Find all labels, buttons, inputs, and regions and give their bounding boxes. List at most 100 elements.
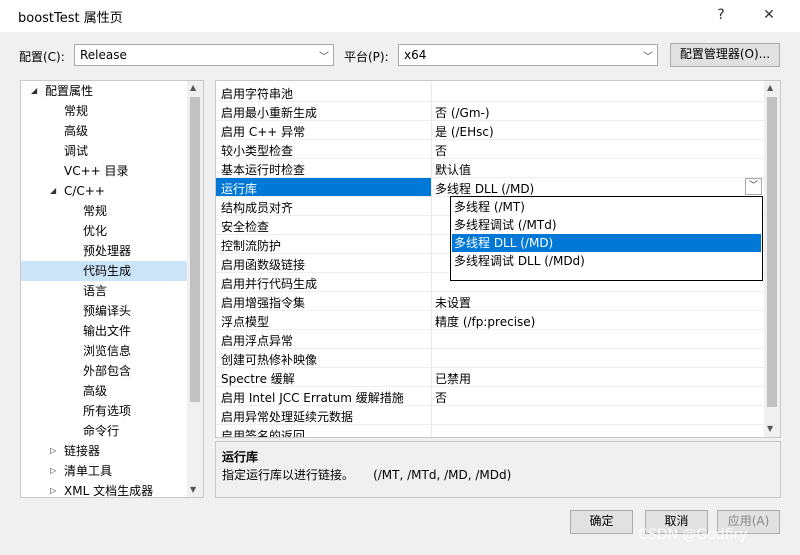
property-row[interactable]: 启用增强指令集 未设置 (216, 292, 764, 311)
dropdown-option[interactable]: 多线程 DLL (/MD) (452, 234, 761, 252)
dropdown-option[interactable]: 多线程调试 DLL (/MDd) (452, 252, 761, 270)
cancel-label: 取消 (664, 514, 689, 528)
column-divider (431, 102, 432, 121)
grid-scroll-thumb[interactable] (767, 97, 777, 407)
property-name: 基本运行时检查 (221, 163, 306, 177)
column-divider (431, 273, 432, 292)
property-name: 结构成员对齐 (221, 201, 294, 215)
tree-item[interactable]: 常规 (21, 101, 187, 121)
tree-item[interactable]: 命令行 (21, 421, 187, 441)
property-value: 否 (/Gm-) (435, 106, 490, 120)
chevron-down-icon[interactable]: ﹀ (745, 178, 762, 195)
property-row[interactable]: 启用签名的返回 (216, 425, 764, 437)
property-row[interactable]: 启用最小重新生成 否 (/Gm-) (216, 102, 764, 121)
tree-item[interactable]: ▷ 清单工具 (21, 461, 187, 481)
collapsed-arrow-icon[interactable]: ▷ (50, 461, 56, 481)
tree-item[interactable]: 高级 (21, 121, 187, 141)
property-row[interactable]: 启用浮点异常 (216, 330, 764, 349)
scroll-up-icon[interactable]: ▲ (767, 83, 773, 92)
help-button[interactable]: ? (708, 4, 734, 26)
ok-button[interactable]: 确定 (570, 510, 633, 534)
tree-item-label: XML 文档生成器 (64, 484, 154, 497)
expanded-arrow-icon[interactable]: ◢ (50, 181, 56, 201)
chevron-down-icon: ﹀ (643, 52, 653, 63)
property-row[interactable]: 浮点模型 精度 (/fp:precise) (216, 311, 764, 330)
property-value: 未设置 (435, 296, 472, 310)
tree-item-label: 常规 (64, 104, 89, 118)
window-title: boostTest 属性页 (18, 11, 123, 26)
column-divider (431, 330, 432, 349)
config-select[interactable]: Release ﹀ (74, 44, 334, 66)
column-divider (431, 425, 432, 437)
grid-scrollbar[interactable]: ▲ ▼ (764, 81, 780, 437)
tree-item-label: 高级 (64, 124, 89, 138)
tree-item-label: 浏览信息 (83, 344, 132, 358)
column-divider (431, 254, 432, 273)
tree-item[interactable]: ◢ C/C++ (21, 181, 187, 201)
property-row[interactable]: 启用 Intel JCC Erratum 缓解措施 否 (216, 387, 764, 406)
tree-item[interactable]: 调试 (21, 141, 187, 161)
apply-label: 应用(A) (727, 514, 770, 528)
tree-item[interactable]: ▷ XML 文档生成器 (21, 481, 187, 497)
scroll-up-icon[interactable]: ▲ (190, 83, 196, 92)
tree-scroll-thumb[interactable] (190, 97, 200, 402)
column-divider (431, 292, 432, 311)
tree-item[interactable]: VC++ 目录 (21, 161, 187, 181)
tree-item-label: 命令行 (83, 424, 120, 438)
collapsed-arrow-icon[interactable]: ▷ (50, 441, 56, 461)
collapsed-arrow-icon[interactable]: ▷ (50, 481, 56, 497)
tree-item-label: 外部包含 (83, 364, 132, 378)
expanded-arrow-icon[interactable]: ◢ (31, 81, 37, 101)
tree-item-label: 所有选项 (83, 404, 132, 418)
property-value: 多线程 DLL (/MD) (435, 182, 535, 196)
property-row[interactable]: 启用 C++ 异常 是 (/EHsc) (216, 121, 764, 140)
tree-item[interactable]: 常规 (21, 201, 187, 221)
ok-label: 确定 (589, 514, 614, 528)
tree-item[interactable]: 浏览信息 (21, 341, 187, 361)
dropdown-option[interactable]: 多线程 (/MT) (452, 198, 761, 216)
tree-item[interactable]: 预处理器 (21, 241, 187, 261)
config-value: Release (80, 48, 127, 62)
tree-item[interactable]: ◢ 配置属性 (21, 81, 187, 101)
property-row[interactable]: 基本运行时检查 默认值 (216, 159, 764, 178)
tree-item-label: 语言 (83, 284, 108, 298)
tree-scrollbar[interactable]: ▲ ▼ (187, 81, 203, 497)
property-name: 启用函数级链接 (221, 258, 306, 272)
platform-select[interactable]: x64 ﹀ (398, 44, 658, 66)
tree-item[interactable]: 外部包含 (21, 361, 187, 381)
close-button[interactable]: ✕ (756, 4, 782, 26)
description-panel: 运行库 指定运行库以进行链接。 (/MT, /MTd, /MD, /MDd) (215, 441, 781, 498)
tree-item-label: 输出文件 (83, 324, 132, 338)
scroll-down-icon[interactable]: ▼ (767, 424, 773, 433)
tree-item[interactable]: 语言 (21, 281, 187, 301)
category-tree: ◢ 配置属性 常规 高级 调试 VC++ 目录 ◢ C/C++ 常规 优化 预处理器 代码生成 语言 预编… (20, 80, 204, 498)
tree-item-label: 调试 (64, 144, 89, 158)
tree-item[interactable]: 优化 (21, 221, 187, 241)
dropdown-option[interactable]: 多线程调试 (/MTd) (452, 216, 761, 234)
property-row[interactable]: 启用字符串池 (216, 83, 764, 102)
property-name: 浮点模型 (221, 315, 270, 329)
property-name: 启用增强指令集 (221, 296, 306, 310)
tree-item[interactable]: 所有选项 (21, 401, 187, 421)
title-bar: boostTest 属性页 ? ✕ (0, 0, 800, 32)
column-divider (431, 387, 432, 406)
property-row[interactable]: 启用异常处理延续元数据 (216, 406, 764, 425)
property-row[interactable]: Spectre 缓解 已禁用 (216, 368, 764, 387)
config-manager-button[interactable]: 配置管理器(O)... (670, 43, 780, 67)
tree-item[interactable]: 高级 (21, 381, 187, 401)
tree-item[interactable]: 输出文件 (21, 321, 187, 341)
property-name: 运行库 (216, 178, 431, 196)
property-name: 启用 C++ 异常 (221, 125, 306, 139)
tree-item[interactable]: ▷ 链接器 (21, 441, 187, 461)
tree-item[interactable]: 预编译头 (21, 301, 187, 321)
property-name: 启用字符串池 (221, 87, 294, 101)
tree-item-label: 配置属性 (45, 84, 94, 98)
tree-item[interactable]: 代码生成 (21, 261, 187, 281)
scroll-down-icon[interactable]: ▼ (190, 485, 196, 494)
property-row[interactable]: 较小类型检查 否 (216, 140, 764, 159)
property-row[interactable]: 创建可热修补映像 (216, 349, 764, 368)
watermark: CSDN @Godfiry (638, 527, 748, 543)
tree-item-label: 常规 (83, 204, 108, 218)
property-row[interactable]: 运行库 多线程 DLL (/MD) (216, 178, 764, 197)
property-name: Spectre 缓解 (221, 372, 295, 386)
